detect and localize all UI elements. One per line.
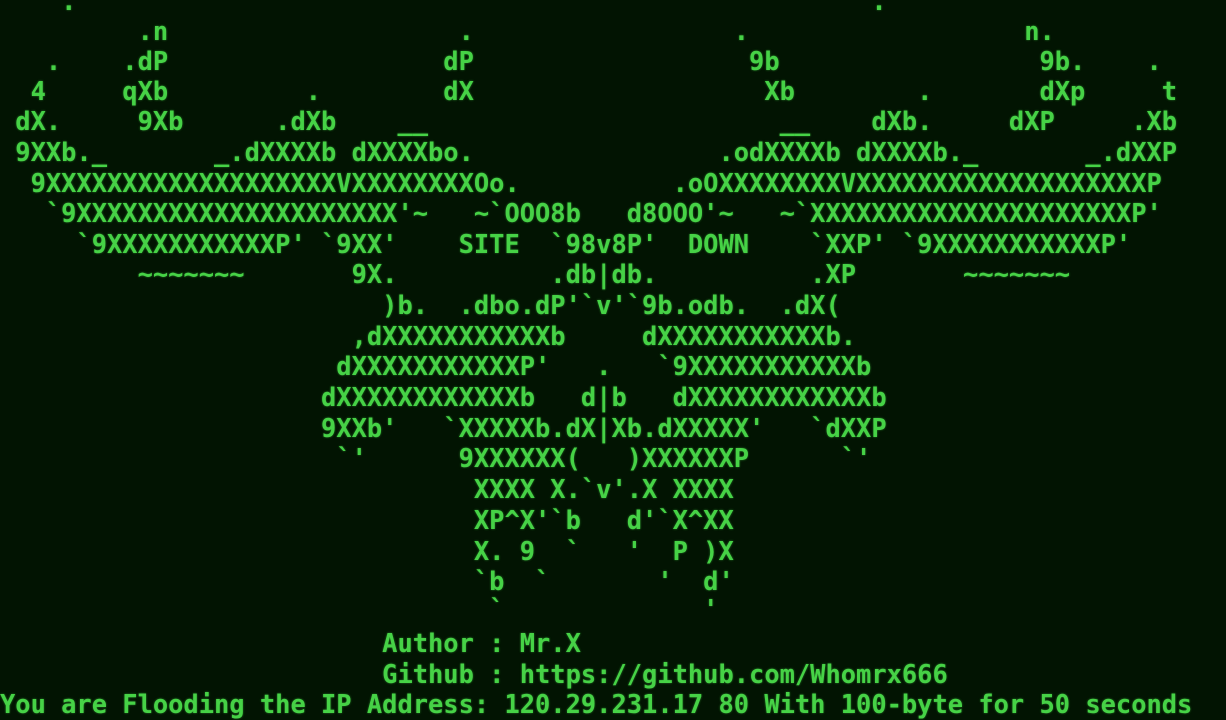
banner-art-line: ` ' <box>0 594 719 624</box>
banner-art-line: X. 9 ` ' P )X <box>0 536 734 566</box>
flood-status-line: You are Flooding the IP Address: 120.29.… <box>0 689 1193 719</box>
banner-art-line: ~~~~~~~ 9X. .db|db. .XP ~~~~~~~ <box>0 259 1071 289</box>
banner-art-line: ,dXXXXXXXXXXXb dXXXXXXXXXXXb. <box>0 321 857 351</box>
banner-art-line: `9XXXXXXXXXXXXXXXXXXXXX'~ ~`OOO8b d8OOO'… <box>0 198 1162 228</box>
banner-art-line: dXXXXXXXXXXXXb d|b dXXXXXXXXXXXXb <box>0 382 887 412</box>
banner-art-line: . .dP dP 9b 9b. . <box>0 46 1162 76</box>
banner-art-line: `' 9XXXXXX( )XXXXXXP `' <box>0 443 872 473</box>
banner-art-line: XXXX X.`v'.X XXXX <box>0 474 734 504</box>
github-line: Github : https://github.com/Whomrx666 <box>0 659 948 689</box>
banner-art-line: 9XXb._ _.dXXXXb dXXXXbo. .odXXXXb dXXXXb… <box>0 137 1178 167</box>
banner-art-line: dXXXXXXXXXXXP' . `9XXXXXXXXXXXb <box>0 351 872 381</box>
banner-art-line: dX. 9Xb .dXb __ __ dXb. dXP .Xb <box>0 106 1178 136</box>
author-line: Author : Mr.X <box>0 628 581 658</box>
banner-art-line: 9XXXXXXXXXXXXXXXXXXXVXXXXXXXXOo. .oOXXXX… <box>0 168 1162 198</box>
banner-art-line: . . <box>0 0 887 16</box>
banner-art-line: .n . . n. <box>0 16 1055 46</box>
banner-art-line: `b ` ' d' <box>0 566 734 596</box>
banner-art-line: )b. .dbo.dP'`v'`9b.odb. .dX( <box>0 290 841 320</box>
banner-art-line: 9XXb' `XXXXXb.dX|Xb.dXXXXX' `dXXP <box>0 413 887 443</box>
banner-art-line: XP^X'`b d'`X^XX <box>0 505 734 535</box>
banner-art-line: 4 qXb . dX Xb . dXp t <box>0 76 1178 106</box>
terminal-window[interactable]: . . .n . . n. . .dP dP 9b 9b. . 4 qXb . … <box>0 0 1226 720</box>
banner-art-line: `9XXXXXXXXXXXP' `9XX' SITE `98v8P' DOWN … <box>0 229 1132 259</box>
